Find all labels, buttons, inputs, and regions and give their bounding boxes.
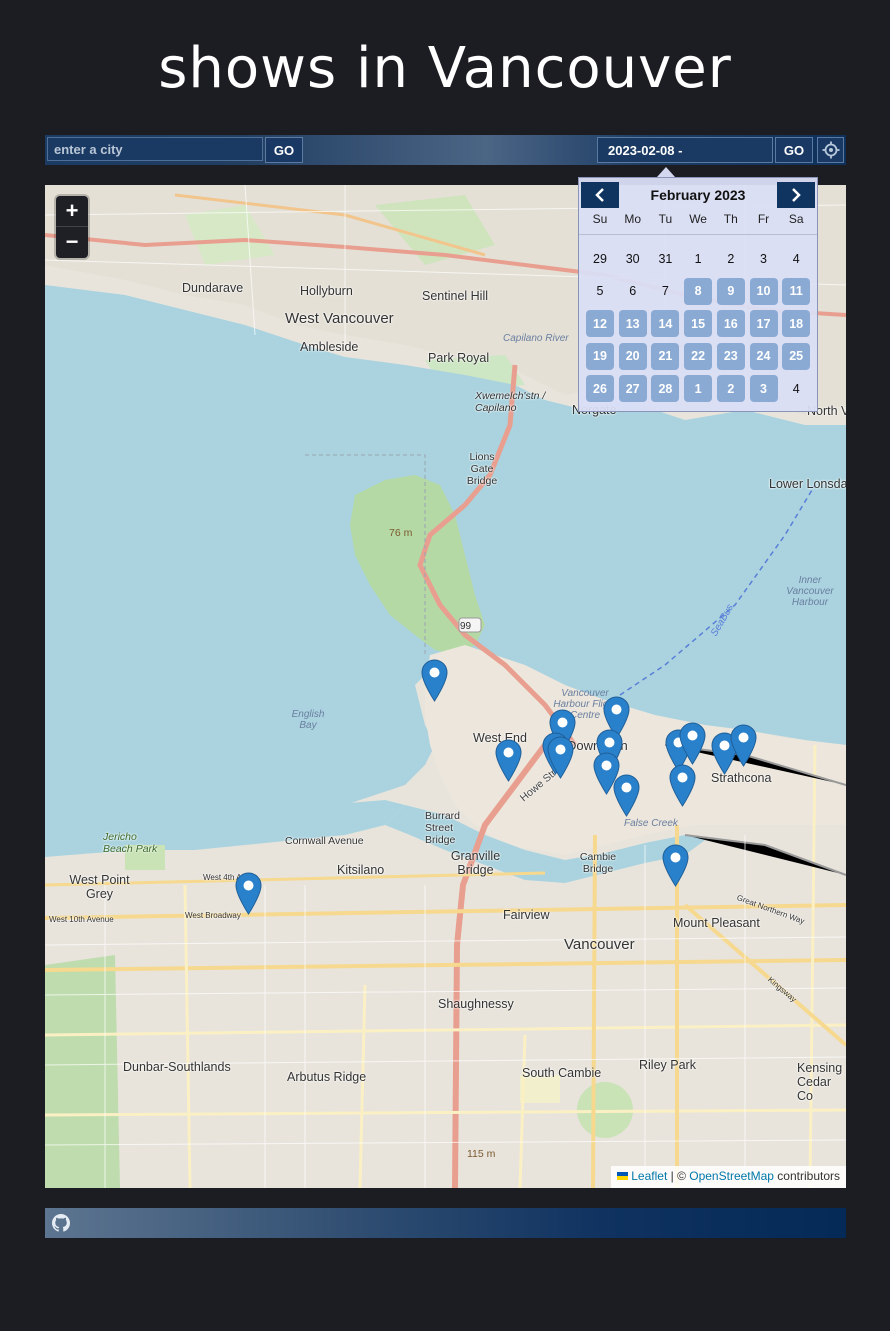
chevron-left-icon: [595, 188, 604, 202]
event-marker[interactable]: [730, 724, 757, 767]
calendar-day[interactable]: 19: [586, 342, 614, 370]
calendar-day[interactable]: 7: [651, 278, 679, 305]
city-search-input[interactable]: [47, 137, 263, 161]
calendar-day[interactable]: 27: [618, 375, 647, 402]
calendar-day[interactable]: 21: [651, 342, 680, 370]
calendar-day[interactable]: 9: [716, 277, 745, 305]
weekday-label: Mo: [624, 212, 642, 226]
date-range-input[interactable]: 2023-02-08 -: [597, 137, 773, 163]
calendar-day[interactable]: 17: [749, 310, 778, 337]
calendar-day[interactable]: 3: [750, 245, 778, 272]
event-marker[interactable]: [421, 659, 448, 702]
calendar-day[interactable]: 15: [684, 310, 713, 337]
calendar-prev-button[interactable]: [581, 182, 619, 208]
calendar-day[interactable]: 23: [716, 342, 745, 370]
calendar-day[interactable]: 20: [618, 342, 647, 370]
calendar-day[interactable]: 30: [619, 245, 647, 272]
calendar-day[interactable]: 2: [716, 375, 745, 402]
event-marker[interactable]: [662, 844, 689, 887]
event-marker[interactable]: [547, 736, 574, 779]
osm-link[interactable]: OpenStreetMap: [689, 1169, 774, 1183]
weekday-label: Tu: [658, 212, 673, 226]
calendar-day[interactable]: 25: [782, 342, 811, 370]
map-attribution: Leaflet | © OpenStreetMap contributors: [611, 1166, 846, 1188]
calendar-day[interactable]: 31: [651, 245, 679, 272]
weekday-label: We: [689, 212, 707, 226]
calendar-day[interactable]: 3: [749, 375, 778, 402]
weekday-label: Th: [723, 212, 738, 226]
calendar-caret: [657, 167, 675, 177]
leaflet-link[interactable]: Leaflet: [631, 1169, 667, 1183]
calendar-day[interactable]: 29: [586, 245, 614, 272]
page-title: shows in Vancouver: [158, 36, 732, 101]
calendar-day[interactable]: 11: [782, 277, 811, 305]
crosshair-icon: [822, 141, 839, 159]
calendar-day[interactable]: 24: [749, 342, 778, 370]
event-marker[interactable]: [235, 872, 262, 915]
calendar-day[interactable]: 1: [684, 245, 712, 272]
calendar-day[interactable]: 5: [586, 278, 614, 305]
calendar-day[interactable]: 1: [684, 375, 713, 402]
ukraine-flag-icon: [617, 1172, 629, 1180]
calendar-day[interactable]: 18: [782, 310, 811, 337]
attribution-separator: | ©: [667, 1169, 690, 1183]
attribution-contributors: contributors: [773, 1169, 840, 1183]
weekday-label: Fr: [757, 212, 770, 226]
date-go-button[interactable]: GO: [775, 137, 813, 163]
calendar-day[interactable]: 22: [684, 342, 713, 370]
calendar-day[interactable]: 16: [716, 310, 745, 337]
footer-bar: [45, 1208, 846, 1238]
github-icon[interactable]: [52, 1214, 70, 1232]
weekday-label: Sa: [788, 212, 804, 226]
calendar-day[interactable]: 10: [749, 277, 778, 305]
calendar-next-button[interactable]: [777, 182, 815, 208]
calendar-day[interactable]: 6: [619, 278, 647, 305]
calendar-header: February 2023: [579, 182, 817, 208]
date-picker: February 2023 Su Mo Tu We Th Fr Sa 29 30 31 1 2 3 4 5…: [578, 177, 818, 412]
calendar-day[interactable]: 4: [782, 375, 810, 402]
calendar-day[interactable]: 8: [684, 277, 713, 305]
calendar-day[interactable]: 14: [651, 310, 680, 337]
calendar-day[interactable]: 12: [586, 310, 614, 337]
calendar-day[interactable]: 28: [651, 375, 680, 402]
chevron-right-icon: [792, 188, 801, 202]
city-go-button[interactable]: GO: [265, 137, 303, 163]
calendar-day[interactable]: 2: [717, 245, 745, 272]
weekday-label: Su: [592, 212, 608, 226]
locate-button[interactable]: [817, 137, 844, 163]
calendar-divider: [579, 234, 817, 235]
search-bar: GO 2023-02-08 - GO: [45, 135, 846, 165]
calendar-day[interactable]: 13: [618, 310, 647, 337]
event-marker[interactable]: [613, 774, 640, 817]
event-marker[interactable]: [495, 739, 522, 782]
calendar-day[interactable]: 26: [586, 375, 614, 402]
calendar-day[interactable]: 4: [782, 245, 810, 272]
event-marker[interactable]: [669, 764, 696, 807]
